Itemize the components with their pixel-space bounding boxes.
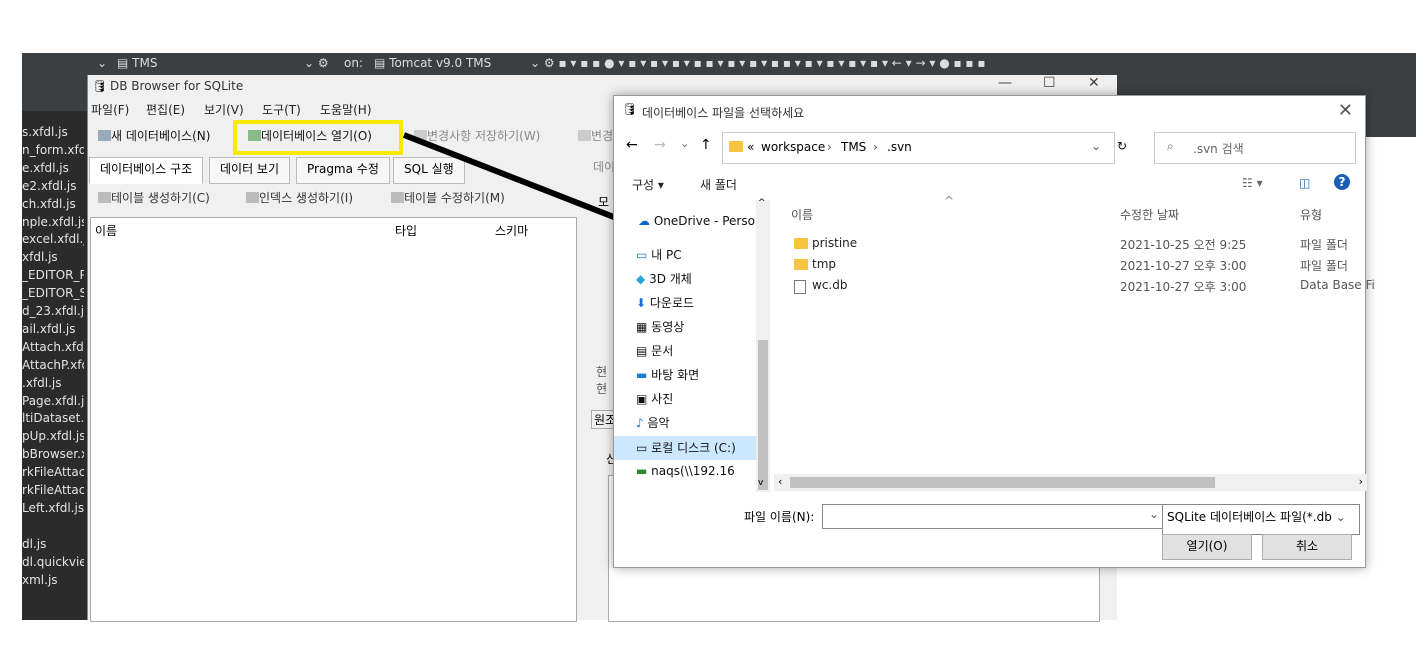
desktop-icon: ▬ bbox=[636, 368, 648, 382]
nav-onedrive[interactable]: ☁ OneDrive - Persoı bbox=[638, 214, 758, 228]
breadcrumb-separator: › bbox=[873, 140, 878, 154]
download-icon: ⬇ bbox=[636, 296, 647, 310]
picture-icon: ▣ bbox=[636, 392, 648, 406]
file-name[interactable]: pristine bbox=[812, 236, 857, 250]
nav-this-pc[interactable]: ▭ 내 PC bbox=[636, 246, 682, 263]
nav-local-disk[interactable]: ▭ 로컬 디스크 (C:) bbox=[614, 436, 756, 460]
nav-desktop-label: 바탕 화면 bbox=[651, 368, 700, 382]
file-modified: 2021-10-25 오전 9:25 bbox=[1120, 238, 1247, 252]
nav-music-label: 음악 bbox=[647, 416, 670, 430]
filename-label: 파일 이름(N): bbox=[744, 510, 815, 524]
nav-network-drive[interactable]: ▬ naqs(\\192.16 bbox=[636, 464, 754, 478]
nav-3d-label: 3D 개체 bbox=[649, 272, 692, 286]
file-name[interactable]: wc.db bbox=[812, 278, 847, 292]
filter-chevron-icon: ⌄ bbox=[1335, 510, 1346, 524]
preview-pane-icon[interactable]: ◫ bbox=[1299, 176, 1310, 190]
nav-documents[interactable]: ▤ 문서 bbox=[636, 342, 673, 359]
nav-downloads-label: 다운로드 bbox=[649, 296, 695, 310]
nav-local-disk-label: 로컬 디스크 (C:) bbox=[651, 441, 736, 455]
pc-icon: ▭ bbox=[636, 248, 648, 262]
filter-value: SQLite 데이터베이스 파일(*.db bbox=[1167, 510, 1332, 524]
header-type[interactable]: 유형 bbox=[1300, 206, 1322, 223]
file-type-filter[interactable]: SQLite 데이터베이스 파일(*.db ⌄ bbox=[1162, 504, 1360, 535]
new-folder-button[interactable]: 새 폴더 bbox=[700, 176, 737, 193]
breadcrumb-tms[interactable]: TMS bbox=[841, 140, 866, 154]
header-modified[interactable]: 수정한 날짜 bbox=[1120, 206, 1179, 223]
open-file-dialog: 🛢 데이터베이스 파일을 선택하세요 ✕ ← → ⌄ ↑ « workspace… bbox=[613, 95, 1375, 568]
breadcrumb-workspace[interactable]: workspace bbox=[761, 140, 825, 154]
folder-icon bbox=[794, 259, 808, 270]
dialog-app-icon: 🛢 bbox=[622, 102, 638, 116]
drive-icon: ▭ bbox=[636, 441, 648, 455]
forward-arrow-icon[interactable]: → bbox=[654, 137, 666, 153]
database-file-icon bbox=[794, 280, 806, 294]
nav-network-label: naqs(\\192.16 bbox=[651, 464, 735, 478]
search-placeholder: .svn 검색 bbox=[1193, 142, 1244, 156]
navigation-pane[interactable]: ☁ OneDrive - Persoı ▭ 내 PC ◆ 3D 개체 ⬇ 다운로… bbox=[614, 200, 770, 490]
nav-pictures[interactable]: ▣ 사진 bbox=[636, 390, 673, 407]
horizontal-scroll-thumb[interactable] bbox=[790, 477, 1215, 488]
folder-icon bbox=[794, 238, 808, 249]
address-dropdown-icon[interactable]: ⌄ bbox=[1091, 139, 1101, 153]
address-bar[interactable]: « workspace › TMS › .svn ⌄ bbox=[722, 132, 1115, 164]
nav-documents-label: 문서 bbox=[651, 344, 674, 358]
nav-scrollbar[interactable]: ^ v bbox=[756, 198, 770, 492]
breadcrumb-prefix[interactable]: « bbox=[747, 140, 754, 154]
view-options-icon[interactable]: ☷ ▾ bbox=[1242, 176, 1263, 190]
breadcrumb-separator: › bbox=[827, 140, 832, 154]
search-icon: ⌕ bbox=[1167, 139, 1174, 153]
dialog-close-icon[interactable]: ✕ bbox=[1338, 100, 1353, 121]
scroll-down-icon[interactable]: v bbox=[758, 478, 763, 488]
organize-button[interactable]: 구성 ▾ bbox=[632, 176, 664, 193]
up-arrow-icon[interactable]: ↑ bbox=[700, 137, 712, 153]
scroll-left-icon[interactable]: ‹ bbox=[778, 475, 782, 488]
nav-3d-objects[interactable]: ◆ 3D 개체 bbox=[636, 270, 692, 287]
file-type: 파일 폴더 bbox=[1300, 238, 1348, 252]
film-icon: ▦ bbox=[636, 320, 648, 334]
sort-indicator-icon: ^ bbox=[944, 194, 955, 208]
folder-icon bbox=[729, 141, 743, 152]
file-name[interactable]: tmp bbox=[812, 257, 836, 271]
horizontal-scrollbar[interactable]: ‹ › bbox=[774, 474, 1367, 491]
nav-scroll-thumb[interactable] bbox=[758, 340, 768, 490]
scroll-up-icon[interactable]: ^ bbox=[758, 198, 766, 208]
nav-desktop[interactable]: ▬ 바탕 화면 bbox=[636, 366, 699, 383]
cancel-button[interactable]: 취소 bbox=[1262, 534, 1352, 560]
scroll-right-icon[interactable]: › bbox=[1359, 475, 1363, 488]
nav-this-pc-label: 내 PC bbox=[651, 248, 682, 262]
recent-chevron-icon[interactable]: ⌄ bbox=[680, 137, 689, 150]
nav-videos[interactable]: ▦ 동영상 bbox=[636, 318, 684, 335]
refresh-icon[interactable]: ↻ bbox=[1117, 139, 1127, 153]
filename-input[interactable]: ⌄ bbox=[822, 504, 1164, 529]
cube-icon: ◆ bbox=[636, 272, 646, 286]
network-drive-icon: ▬ bbox=[636, 464, 648, 478]
file-modified: 2021-10-27 오후 3:00 bbox=[1120, 280, 1247, 294]
open-button[interactable]: 열기(O) bbox=[1162, 534, 1252, 560]
filename-dropdown-icon[interactable]: ⌄ bbox=[1149, 507, 1159, 521]
breadcrumb-svn[interactable]: .svn bbox=[887, 140, 912, 154]
file-type: 파일 폴더 bbox=[1300, 259, 1348, 273]
dialog-title: 데이터베이스 파일을 선택하세요 bbox=[642, 106, 805, 120]
file-modified: 2021-10-27 오후 3:00 bbox=[1120, 259, 1247, 273]
search-box[interactable]: ⌕ .svn 검색 bbox=[1154, 132, 1356, 164]
nav-onedrive-label: OneDrive - Persoı bbox=[653, 214, 759, 228]
help-icon[interactable]: ? bbox=[1334, 174, 1350, 190]
back-arrow-icon[interactable]: ← bbox=[626, 137, 638, 153]
cloud-icon: ☁ bbox=[638, 214, 650, 228]
header-name[interactable]: 이름 bbox=[791, 206, 813, 223]
nav-downloads[interactable]: ⬇ 다운로드 bbox=[636, 294, 694, 311]
nav-music[interactable]: ♪ 음악 bbox=[636, 414, 670, 431]
nav-pictures-label: 사진 bbox=[651, 392, 674, 406]
document-icon: ▤ bbox=[636, 344, 648, 358]
music-icon: ♪ bbox=[636, 416, 644, 430]
nav-videos-label: 동영상 bbox=[651, 320, 685, 334]
file-type: Data Base Fi bbox=[1300, 278, 1375, 292]
